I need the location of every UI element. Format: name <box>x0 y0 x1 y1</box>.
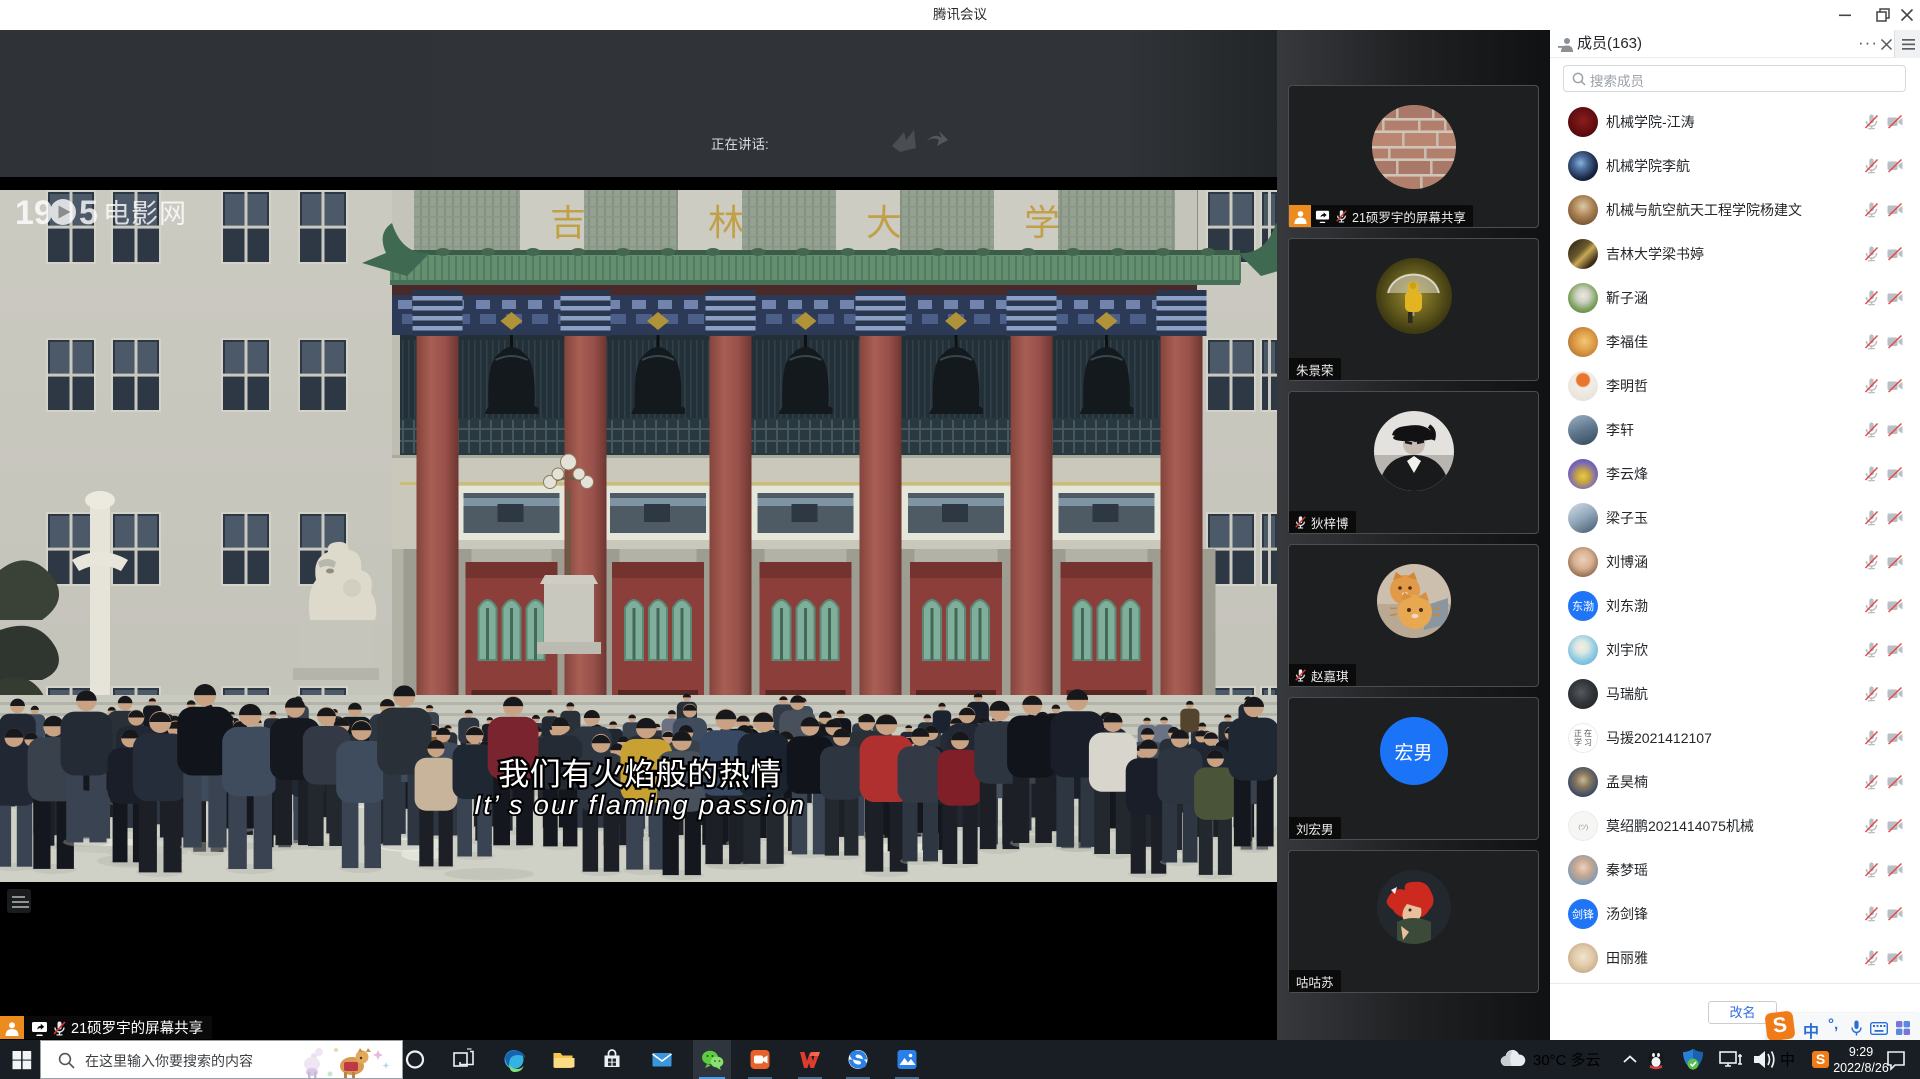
svg-text:大: 大 <box>866 202 902 243</box>
svg-text:我们有火焰般的热情: 我们有火焰般的热情 <box>498 749 782 794</box>
svg-text:吉: 吉 <box>550 202 586 243</box>
svg-text:电影网: 电影网 <box>103 192 187 231</box>
svg-text:It’ s our flaming passion: It’ s our flaming passion <box>474 790 806 820</box>
svg-text:林: 林 <box>708 202 744 243</box>
svg-text:学: 学 <box>1024 202 1060 243</box>
svg-text:5: 5 <box>79 194 98 232</box>
svg-text:19: 19 <box>15 194 53 232</box>
